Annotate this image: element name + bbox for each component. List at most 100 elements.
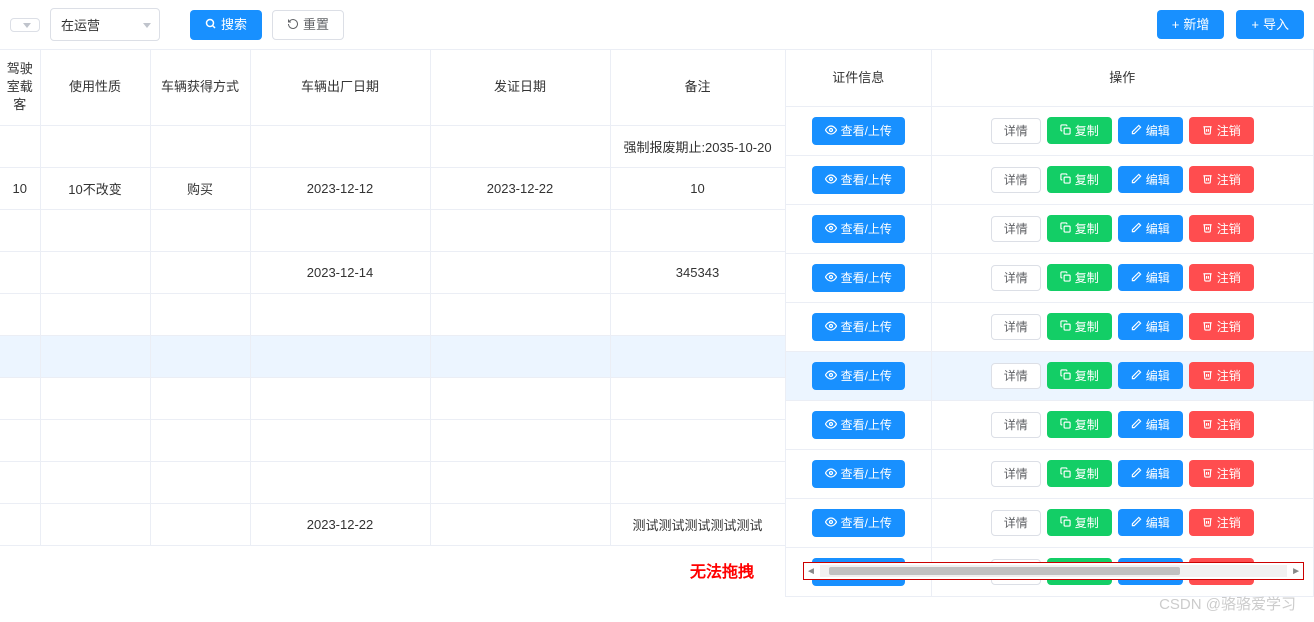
cell-usage bbox=[40, 461, 150, 503]
cancel-button[interactable]: 注销 bbox=[1189, 362, 1254, 389]
view-upload-button[interactable]: 查看/上传 bbox=[812, 509, 905, 537]
cell-factory bbox=[250, 125, 430, 167]
cancel-button[interactable]: 注销 bbox=[1189, 166, 1254, 193]
edit-button[interactable]: 编辑 bbox=[1118, 313, 1183, 340]
table-row[interactable]: 查看/上传详情复制编辑注销 bbox=[786, 302, 1314, 351]
view-upload-button[interactable]: 查看/上传 bbox=[812, 362, 905, 390]
cell-factory bbox=[250, 293, 430, 335]
copy-button[interactable]: 复制 bbox=[1047, 460, 1112, 487]
details-button[interactable]: 详情 bbox=[991, 314, 1041, 340]
reset-button[interactable]: 重置 bbox=[272, 10, 344, 40]
cancel-button[interactable]: 注销 bbox=[1189, 215, 1254, 242]
table-row[interactable]: 查看/上传 详情复制编辑注销 bbox=[786, 253, 1314, 302]
table-row[interactable]: 1010不改变购买2023-12-122023-12-2210 bbox=[0, 167, 785, 209]
cancel-label: 注销 bbox=[1217, 223, 1241, 235]
add-button[interactable]: + 新增 bbox=[1157, 10, 1225, 39]
edit-button[interactable]: 编辑 bbox=[1118, 264, 1183, 291]
copy-button[interactable]: 复制 bbox=[1047, 264, 1112, 291]
table-row[interactable]: 2023-12-14345343 bbox=[0, 251, 785, 293]
cell-remarks bbox=[610, 209, 785, 251]
copy-button[interactable]: 复制 bbox=[1047, 509, 1112, 536]
scrollbar-track[interactable] bbox=[820, 565, 1287, 577]
table-row[interactable] bbox=[0, 293, 785, 335]
view-upload-button[interactable]: 查看/上传 bbox=[812, 313, 905, 341]
refresh-icon bbox=[287, 18, 299, 32]
view-upload-button[interactable]: 查看/上传 bbox=[812, 215, 905, 243]
cell-usage bbox=[40, 209, 150, 251]
copy-button[interactable]: 复制 bbox=[1047, 215, 1112, 242]
edit-button[interactable]: 编辑 bbox=[1118, 509, 1183, 536]
table-row[interactable] bbox=[0, 335, 785, 377]
table-row[interactable]: 查看/上传 详情复制编辑注销 bbox=[786, 351, 1314, 400]
view-upload-button[interactable]: 查看/上传 bbox=[812, 460, 905, 488]
table-row[interactable]: 查看/上传 详情复制编辑注销 bbox=[786, 155, 1314, 204]
scroll-right-arrow[interactable]: ► bbox=[1289, 566, 1303, 577]
eye-icon bbox=[825, 320, 837, 334]
scrollbar-thumb[interactable] bbox=[829, 567, 1179, 575]
reset-label: 重置 bbox=[303, 18, 329, 31]
copy-button[interactable]: 复制 bbox=[1047, 117, 1112, 144]
trash-icon bbox=[1202, 467, 1213, 480]
copy-button[interactable]: 复制 bbox=[1047, 362, 1112, 389]
view-upload-label: 查看/上传 bbox=[841, 419, 892, 431]
cancel-button[interactable]: 注销 bbox=[1189, 411, 1254, 438]
copy-button[interactable]: 复制 bbox=[1047, 166, 1112, 193]
details-button[interactable]: 详情 bbox=[991, 216, 1041, 242]
table-row[interactable]: 查看/上传 详情复制编辑注销 bbox=[786, 449, 1314, 498]
view-upload-button[interactable]: 查看/上传 bbox=[812, 411, 905, 439]
table-row[interactable]: 强制报废期止:2035-10-20 bbox=[0, 125, 785, 167]
edit-button[interactable]: 编辑 bbox=[1118, 166, 1183, 193]
add-label: 新增 bbox=[1183, 18, 1209, 31]
table-row[interactable] bbox=[0, 419, 785, 461]
table-row[interactable] bbox=[0, 377, 785, 419]
scroll-left-arrow[interactable]: ◄ bbox=[804, 566, 818, 577]
cancel-button[interactable]: 注销 bbox=[1189, 117, 1254, 144]
cell-acq bbox=[150, 251, 250, 293]
details-button[interactable]: 详情 bbox=[991, 461, 1041, 487]
edit-button[interactable]: 编辑 bbox=[1118, 460, 1183, 487]
copy-button[interactable]: 复制 bbox=[1047, 411, 1112, 438]
details-button[interactable]: 详情 bbox=[991, 510, 1041, 536]
details-button[interactable]: 详情 bbox=[991, 412, 1041, 438]
cell-acq bbox=[150, 461, 250, 503]
table-row[interactable] bbox=[0, 209, 785, 251]
table-row[interactable]: 查看/上传 详情复制 编辑 注销 bbox=[786, 498, 1314, 547]
cell-ops: 详情复制编辑注销 bbox=[931, 302, 1314, 351]
cancel-button[interactable]: 注销 bbox=[1189, 313, 1254, 340]
table-row[interactable]: 2023-12-22测试测试测试测试测试 bbox=[0, 503, 785, 545]
view-upload-button[interactable]: 查看/上传 bbox=[812, 117, 905, 145]
cell-cert: 查看/上传 bbox=[786, 253, 931, 302]
copy-button[interactable]: 复制 bbox=[1047, 313, 1112, 340]
table-row[interactable]: 查看/上传 详情复制编辑 注销 bbox=[786, 204, 1314, 253]
table-row[interactable]: 查看/上传 详情复制编辑注销 bbox=[786, 106, 1314, 155]
cell-usage bbox=[40, 251, 150, 293]
view-upload-button[interactable]: 查看/上传 bbox=[812, 166, 905, 194]
details-button[interactable]: 详情 bbox=[991, 167, 1041, 193]
cell-cab bbox=[0, 503, 40, 545]
edit-label: 编辑 bbox=[1146, 517, 1170, 529]
trash-icon bbox=[1202, 320, 1213, 333]
select-status[interactable]: 在运营 bbox=[50, 8, 160, 41]
edit-button[interactable]: 编辑 bbox=[1118, 411, 1183, 438]
search-button[interactable]: 搜索 bbox=[190, 10, 262, 40]
table-scrollable: 驾驶室载客 使用性质 车辆获得方式 车辆出厂日期 发证日期 备注 强制报废期止:… bbox=[0, 50, 785, 597]
table-row[interactable] bbox=[0, 461, 785, 503]
cancel-button[interactable]: 注销 bbox=[1189, 509, 1254, 536]
cancel-button[interactable]: 注销 bbox=[1189, 264, 1254, 291]
edit-button[interactable]: 编辑 bbox=[1118, 362, 1183, 389]
select-1[interactable] bbox=[10, 18, 40, 32]
edit-button[interactable]: 编辑 bbox=[1118, 117, 1183, 144]
details-button[interactable]: 详情 bbox=[991, 265, 1041, 291]
edit-button[interactable]: 编辑 bbox=[1118, 215, 1183, 242]
view-upload-button[interactable]: 查看/上传 bbox=[812, 264, 905, 292]
edit-icon bbox=[1131, 467, 1142, 480]
details-button[interactable]: 详情 bbox=[991, 363, 1041, 389]
cell-remarks bbox=[610, 377, 785, 419]
cell-issue bbox=[430, 125, 610, 167]
cell-issue bbox=[430, 335, 610, 377]
cell-issue bbox=[430, 503, 610, 545]
table-row[interactable]: 查看/上传 详情复制编辑注销 bbox=[786, 400, 1314, 449]
details-button[interactable]: 详情 bbox=[991, 118, 1041, 144]
import-button[interactable]: + 导入 bbox=[1236, 10, 1304, 39]
cancel-button[interactable]: 注销 bbox=[1189, 460, 1254, 487]
